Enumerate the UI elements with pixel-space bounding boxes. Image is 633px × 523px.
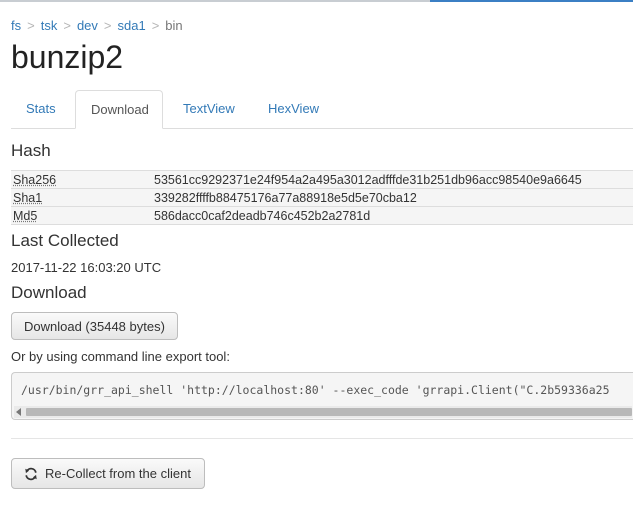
breadcrumb-item-tsk[interactable]: tsk [41, 18, 58, 33]
table-row: Md5 586dacc0caf2deadb746c452b2a2781d [11, 206, 633, 225]
last-collected-heading: Last Collected [11, 231, 119, 250]
page-title: bunzip2 [11, 39, 124, 75]
scroll-left-arrow-icon[interactable] [16, 408, 21, 416]
download-heading: Download [11, 283, 87, 302]
breadcrumb-item-fs[interactable]: fs [11, 18, 21, 33]
divider [11, 438, 633, 439]
last-collected-timestamp: 2017-11-22 16:03:20 UTC [11, 260, 162, 275]
breadcrumb-separator: > [27, 18, 35, 33]
tab-textview[interactable]: TextView [168, 90, 248, 128]
recollect-button[interactable]: Re-Collect from the client [11, 458, 205, 489]
table-row: Sha256 53561cc9292371e24f954a2a495a3012a… [11, 170, 633, 189]
tab-hexview[interactable]: HexView [253, 90, 333, 128]
hash-key-sha1: Sha1 [11, 188, 152, 207]
breadcrumb-separator: > [151, 18, 160, 33]
breadcrumb: fs > tsk > dev > sda1 > bin [11, 18, 183, 33]
hash-heading: Hash [11, 141, 51, 160]
command-text: /usr/bin/grr_api_shell 'http://localhost… [21, 383, 610, 397]
hash-value-sha1: 339282ffffb88475176a77a88918e5d5e70cba12 [152, 188, 633, 207]
hash-key-md5: Md5 [11, 206, 152, 225]
breadcrumb-item-sda1[interactable]: sda1 [118, 18, 146, 33]
recollect-button-label: Re-Collect from the client [45, 466, 191, 481]
table-row: Sha1 339282ffffb88475176a77a88918e5d5e70… [11, 188, 633, 207]
cli-export-label: Or by using command line export tool: [11, 349, 230, 364]
breadcrumb-item-dev[interactable]: dev [77, 18, 98, 33]
tab-download[interactable]: Download [75, 90, 163, 129]
tab-bar: Stats Download TextView HexView [11, 90, 633, 129]
top-border-accent [430, 0, 633, 2]
hash-value-md5: 586dacc0caf2deadb746c452b2a2781d [152, 206, 633, 225]
horizontal-scrollbar[interactable] [14, 406, 632, 418]
refresh-icon [24, 467, 38, 481]
scrollbar-thumb[interactable] [26, 408, 632, 416]
hash-key-sha256: Sha256 [11, 170, 152, 189]
breadcrumb-separator: > [63, 18, 71, 33]
tab-stats[interactable]: Stats [11, 90, 75, 128]
download-button[interactable]: Download (35448 bytes) [11, 312, 178, 340]
hash-table: Sha256 53561cc9292371e24f954a2a495a3012a… [11, 170, 633, 225]
breadcrumb-current: bin [165, 18, 183, 33]
command-code-box[interactable]: /usr/bin/grr_api_shell 'http://localhost… [11, 372, 633, 420]
hash-value-sha256: 53561cc9292371e24f954a2a495a3012adfffde3… [152, 170, 633, 189]
breadcrumb-separator: > [103, 18, 112, 33]
